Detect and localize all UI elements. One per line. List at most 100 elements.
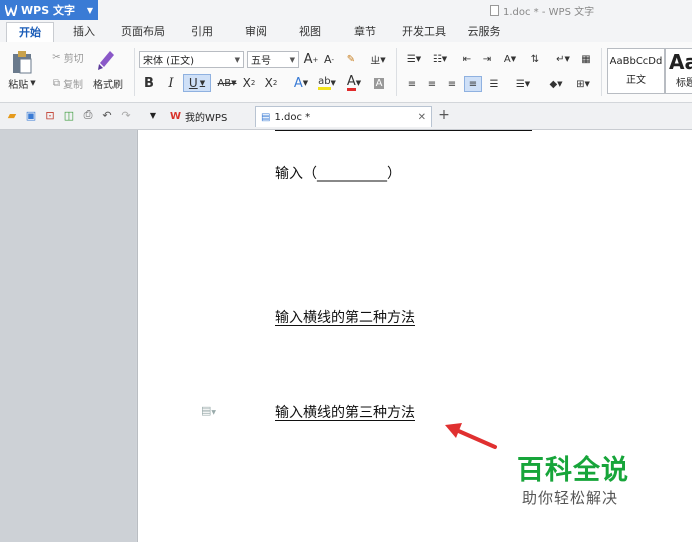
document-line-1[interactable]: 输入（__________） xyxy=(275,163,401,183)
quick-access-bar: ▰ ▣ ⊡ ◫ ⎙ ↶ ↷ ▼ W 我的WPS ▤ 1.doc * ✕ + xyxy=(0,103,692,130)
align-right-icon[interactable]: ≡ xyxy=(444,76,460,92)
document-gutter xyxy=(0,130,136,542)
tab-section[interactable]: 章节 xyxy=(345,22,385,42)
doc-tab-label: 我的WPS xyxy=(185,113,228,124)
style-normal[interactable]: AaBbCcDd 正文 xyxy=(607,48,665,94)
font-size-value: 五号 xyxy=(251,56,271,67)
tab-page-layout[interactable]: 页面布局 xyxy=(114,22,172,42)
export-pdf-icon[interactable]: ⊡ xyxy=(43,108,57,122)
format-painter-icon[interactable] xyxy=(94,46,118,74)
style-heading-preview: Aa xyxy=(669,50,692,74)
title-bar: WPS 文字 ▼ 1.doc * - WPS 文字 xyxy=(0,0,692,20)
close-icon[interactable]: ✕ xyxy=(418,112,426,123)
numbered-list-icon[interactable]: ☷ ▼ xyxy=(428,51,452,67)
new-tab-icon[interactable]: + xyxy=(437,107,451,123)
document-icon: ▤ xyxy=(261,111,271,123)
style-heading[interactable]: Aa 标题 xyxy=(665,48,692,94)
divider xyxy=(396,48,397,96)
tab-view[interactable]: 视图 xyxy=(290,22,330,42)
window-title: 1.doc * - WPS 文字 xyxy=(490,3,594,18)
document-line-3[interactable]: 输入横线的第三种方法 xyxy=(275,402,415,422)
copy-label: 复制 xyxy=(63,79,84,91)
cut-label: 剪切 xyxy=(63,53,84,65)
shrink-font-icon[interactable]: A- xyxy=(321,51,337,68)
grow-font-icon[interactable]: A + xyxy=(303,51,319,68)
print-icon[interactable]: ⎙ xyxy=(81,108,95,122)
customize-toolbar-icon[interactable]: ▼ xyxy=(146,108,160,122)
redo-icon[interactable]: ↷ xyxy=(119,108,133,122)
tab-insert[interactable]: 插入 xyxy=(62,22,106,42)
style-normal-preview: AaBbCcDd xyxy=(609,56,663,67)
open-folder-icon[interactable]: ▰ xyxy=(5,108,19,122)
align-center-icon[interactable]: ≡ xyxy=(424,76,440,92)
underline-icon[interactable]: U ▼ xyxy=(183,74,211,92)
document-icon xyxy=(490,5,499,16)
ribbon-tab-bar: 开始 插入 页面布局 引用 审阅 视图 章节 开发工具 云服务 xyxy=(0,20,692,43)
text-effect-icon[interactable]: A ▼ xyxy=(289,74,313,92)
chevron-down-icon: ▼ xyxy=(234,55,240,64)
cut-button[interactable]: ✂ 剪切 xyxy=(46,50,90,65)
app-name: WPS 文字 xyxy=(21,4,75,17)
paragraph-shading-icon[interactable]: ◆ ▼ xyxy=(543,76,569,92)
tab-references[interactable]: 引用 xyxy=(182,22,222,42)
bold-icon[interactable]: B xyxy=(141,74,157,92)
line-spacing-icon[interactable]: ☰ ▼ xyxy=(511,76,535,92)
bullet-list-icon[interactable]: ☰ ▼ xyxy=(402,51,426,67)
wps-logo-icon: W xyxy=(170,111,182,122)
font-color-icon[interactable]: A ▼ xyxy=(341,74,367,92)
chevron-down-icon: ▼ xyxy=(289,55,295,64)
increase-indent-icon[interactable]: ⇥ xyxy=(479,51,495,67)
divider xyxy=(601,48,602,96)
clear-format-icon[interactable]: ✎ xyxy=(343,51,359,68)
undo-icon[interactable]: ↶ xyxy=(100,108,114,122)
paragraph-handle-icon[interactable]: ▤▼ xyxy=(201,404,223,418)
print-preview-icon[interactable]: ◫ xyxy=(62,108,76,122)
justify-icon[interactable]: ≡ xyxy=(464,76,482,92)
font-size-select[interactable]: 五号 ▼ xyxy=(247,51,299,68)
align-left-icon[interactable]: ≡ xyxy=(404,76,420,92)
underline-rule xyxy=(275,130,532,131)
highlight-color-icon[interactable]: ab ▼ xyxy=(315,74,339,92)
subscript-icon[interactable]: X2 xyxy=(263,74,279,92)
paste-label: 粘贴 xyxy=(8,79,29,91)
sort-icon[interactable]: ⇅ xyxy=(527,51,543,67)
document-line-2[interactable]: 输入横线的第二种方法 xyxy=(275,307,415,327)
copy-button[interactable]: ⧉ 复制 xyxy=(46,76,90,91)
font-family-select[interactable]: 宋体 (正文) ▼ xyxy=(139,51,244,68)
font-family-value: 宋体 (正文) xyxy=(143,56,194,67)
scissors-icon: ✂ xyxy=(52,51,61,63)
paste-button[interactable]: 粘贴 ▼ xyxy=(4,76,40,91)
chinese-layout-icon[interactable]: A ▼ xyxy=(498,51,522,67)
distributed-align-icon[interactable]: ☰ xyxy=(486,76,502,92)
red-arrow-icon xyxy=(445,423,497,449)
format-painter-button[interactable]: 格式刷 xyxy=(90,76,126,91)
save-icon[interactable]: ▣ xyxy=(24,108,38,122)
doc-tab-active[interactable]: ▤ 1.doc * ✕ xyxy=(255,106,432,127)
phonetic-guide-icon[interactable]: ㄓ ▼ xyxy=(365,51,391,68)
doc-tab-mywps[interactable]: W 我的WPS xyxy=(165,106,255,127)
tab-home[interactable]: 开始 xyxy=(6,22,54,43)
strikethrough-icon[interactable]: AB ▼ xyxy=(214,74,240,92)
paste-icon[interactable] xyxy=(6,48,38,76)
app-menu-button[interactable]: WPS 文字 ▼ xyxy=(0,0,98,20)
copy-icon: ⧉ xyxy=(52,77,61,89)
superscript-icon[interactable]: X2 xyxy=(241,74,257,92)
ribbon-toolbar: 粘贴 ▼ ✂ 剪切 ⧉ 复制 格式刷 宋体 (正文) ▼ 五号 ▼ A + A- ✎ ㄓ ▼ … xyxy=(0,42,692,103)
table-grid-icon[interactable]: ▦ xyxy=(578,51,594,67)
borders-icon[interactable]: ⊞ ▼ xyxy=(571,76,595,92)
watermark-title: 百科全说 xyxy=(517,455,629,486)
window-title-text: 1.doc * - WPS 文字 xyxy=(503,7,595,18)
tab-review[interactable]: 审阅 xyxy=(236,22,276,42)
italic-icon[interactable]: I xyxy=(163,74,179,92)
doc-tab-label: 1.doc * xyxy=(274,111,311,123)
style-heading-label: 标题 xyxy=(676,78,692,89)
wps-logo-icon xyxy=(5,4,17,16)
tab-cloud[interactable]: 云服务 xyxy=(460,22,508,42)
watermark-subtitle: 助你轻松解决 xyxy=(522,489,619,507)
decrease-indent-icon[interactable]: ⇤ xyxy=(459,51,475,67)
show-marks-icon[interactable]: ↵ ▼ xyxy=(552,51,574,67)
divider xyxy=(134,48,135,96)
character-shading-icon[interactable]: A xyxy=(371,74,387,92)
tab-developer[interactable]: 开发工具 xyxy=(396,22,452,42)
style-normal-label: 正文 xyxy=(626,75,646,86)
